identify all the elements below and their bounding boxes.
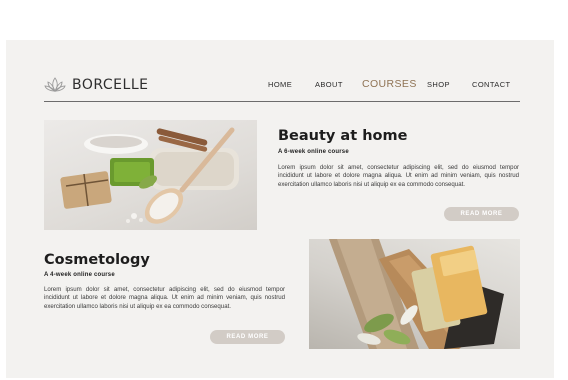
read-more-button-cosmetology[interactable]: READ MORE bbox=[210, 330, 285, 344]
header-divider bbox=[44, 101, 520, 102]
course-title-cosmetology: Cosmetology bbox=[44, 252, 150, 268]
nav-about[interactable]: ABOUT bbox=[315, 80, 343, 89]
course-subtitle-beauty: A 6-week online course bbox=[278, 149, 349, 155]
nav-shop[interactable]: SHOP bbox=[427, 80, 450, 89]
course-title-beauty: Beauty at home bbox=[278, 128, 408, 144]
top-bar bbox=[0, 0, 568, 40]
course-image-cosmetology bbox=[309, 239, 520, 349]
course-description-cosmetology: Lorem ipsum dolor sit amet, consectetur … bbox=[44, 286, 285, 310]
course-image-beauty bbox=[44, 120, 257, 230]
main-nav: HOME ABOUT COURSES SHOP CONTACT bbox=[0, 78, 568, 92]
nav-contact[interactable]: CONTACT bbox=[472, 80, 511, 89]
course-description-beauty: Lorem ipsum dolor sit amet, consectetur … bbox=[278, 164, 519, 188]
nav-home[interactable]: HOME bbox=[268, 80, 292, 89]
course-subtitle-cosmetology: A 4-week online course bbox=[44, 272, 115, 278]
nav-courses[interactable]: COURSES bbox=[362, 78, 417, 90]
read-more-button-beauty[interactable]: READ MORE bbox=[444, 207, 519, 221]
